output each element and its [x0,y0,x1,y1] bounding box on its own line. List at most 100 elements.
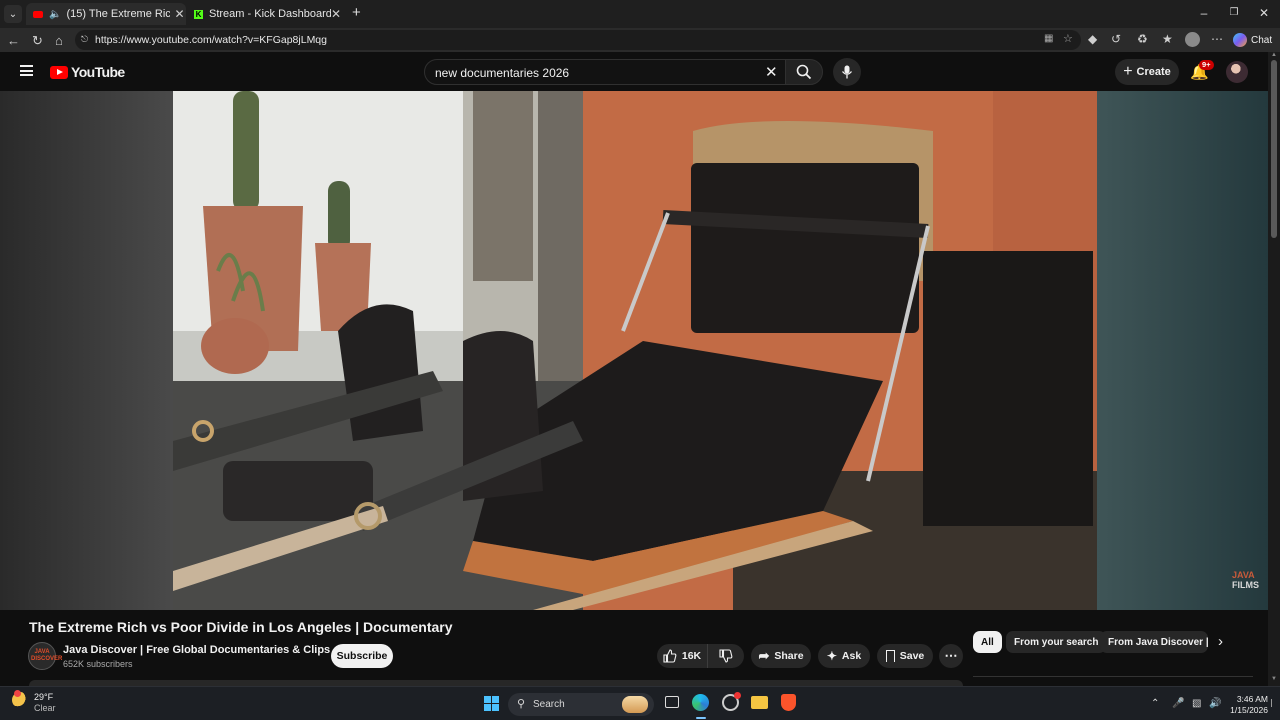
puzzle-extensions-icon[interactable]: ♻ [1137,32,1148,46]
search-button[interactable] [785,59,823,85]
share-button[interactable]: ➦ Share [751,644,811,668]
tab-kick-dashboard[interactable]: K Stream - Kick Dashboard ✕ [188,3,346,25]
browser-tab-strip: ⌄ 🔈 (15) The Extreme Rich vs Poor ✕ K St… [0,0,1280,28]
more-actions-button[interactable]: ⋯ [939,644,963,668]
taskbar-search[interactable]: ⚲ Search [508,693,654,716]
restore-icon[interactable]: ❐ [1226,7,1242,18]
channel-name-link[interactable]: Java Discover | Free Global Documentarie… [63,644,343,656]
channel-avatar-text: JAVA DISCOVER [31,649,63,662]
close-window-icon[interactable]: ✕ [1256,6,1272,20]
share-label: Share [774,650,804,662]
search-highlight-icon [622,696,648,713]
kick-favicon-icon: K [194,9,203,19]
home-icon[interactable]: ⌂ [55,33,63,48]
show-hidden-icons[interactable]: ⌃ [1151,698,1159,709]
youtube-header: YouTube new documentaries 2026 ✕ + Creat… [0,52,1268,91]
youtube-wordmark: YouTube [71,64,125,80]
chevron-down-icon: ⌄ [8,8,18,20]
chips-next-arrow[interactable]: › [1218,633,1223,650]
chip-all[interactable]: All [973,631,1002,653]
scroll-down-arrow[interactable]: ▼ [1271,676,1277,682]
new-tab-button[interactable]: + [352,4,361,21]
scrollbar-thumb[interactable] [1271,60,1277,238]
like-button[interactable]: 16K [657,644,707,668]
create-label: Create [1136,66,1171,78]
notifications-button[interactable]: 🔔 9+ [1190,60,1214,81]
weather-temp: 29°F [34,692,54,702]
brave-browser-icon[interactable] [781,694,796,711]
search-input[interactable]: new documentaries 2026 ✕ [424,59,786,85]
app-available-icon[interactable]: ▦ [1044,33,1053,44]
extension-icon[interactable]: ◆ [1088,32,1097,46]
media-app-icon[interactable] [722,692,741,711]
tab-list-dropdown-button[interactable]: ⌄ [4,5,22,23]
create-button[interactable]: + Create [1115,59,1179,85]
save-label: Save [899,650,925,662]
weather-widget[interactable]: 29°F Clear [12,690,56,714]
address-bar[interactable]: ⎋ https://www.youtube.com/watch?v=KFGap8… [75,30,1081,50]
close-tab-icon[interactable]: ✕ [174,7,184,21]
tab-youtube[interactable]: 🔈 (15) The Extreme Rich vs Poor ✕ [26,3,186,25]
copilot-label: Chat [1251,34,1273,46]
weather-moon-icon [12,690,28,708]
tab-title: Stream - Kick Dashboard [209,8,331,20]
more-horizontal-icon: ⋯ [944,648,958,663]
video-player[interactable]: JAVA FILMS [0,91,1268,610]
speaker-icon[interactable]: 🔈 [49,9,61,20]
channel-avatar[interactable]: JAVA DISCOVER [28,642,63,670]
reload-icon[interactable]: ↻ [32,33,43,49]
video-frame[interactable] [173,91,1097,610]
clock[interactable]: 3:46 AM 1/15/2026 [1226,694,1268,716]
copilot-icon [1233,33,1247,47]
account-avatar[interactable] [1226,61,1248,83]
tab-title: (15) The Extreme Rich vs Poor [66,8,171,20]
page-scrollbar[interactable]: ▲ ▼ [1268,52,1280,686]
refresh-extension-icon[interactable]: ↺ [1111,32,1121,46]
profile-avatar[interactable] [1185,32,1200,47]
dislike-button[interactable] [707,644,744,668]
like-count: 16K [681,650,702,662]
url-text: https://www.youtube.com/watch?v=KFGap8jL… [95,34,327,46]
youtube-logo[interactable]: YouTube [50,64,125,80]
scroll-up-arrow[interactable]: ▲ [1271,52,1277,58]
start-button[interactable] [484,696,499,711]
back-arrow-icon[interactable]: ← [7,33,20,48]
minimize-icon[interactable]: – [1196,6,1212,20]
video-title: The Extreme Rich vs Poor Divide in Los A… [29,619,453,635]
favorite-star-icon[interactable]: ☆ [1063,32,1073,45]
file-explorer-icon[interactable] [751,696,768,709]
volume-icon[interactable]: 🔊 [1209,698,1221,709]
ask-label: Ask [841,650,862,662]
share-arrow-icon: ➦ [758,648,770,663]
network-icon[interactable]: ▧ [1192,698,1201,709]
more-menu-icon[interactable]: ⋯ [1211,32,1223,46]
close-tab-icon[interactable]: ✕ [331,7,341,21]
copilot-chat-button[interactable]: Chat [1233,31,1272,49]
watermark-line2: FILMS [1232,580,1259,590]
subscribe-button[interactable]: Subscribe [331,644,393,668]
channel-name: Java Discover | Free Global Documentarie… [63,644,331,656]
ask-button[interactable]: ✦ Ask [818,644,870,668]
save-button[interactable]: Save [877,644,933,668]
clock-time: 3:46 AM [1236,694,1268,704]
guide-menu-icon[interactable] [20,65,33,76]
thumbs-down-icon [719,649,733,663]
clock-date: 1/15/2026 [1230,705,1268,715]
microphone-tray-icon[interactable]: 🎤 [1172,698,1184,709]
notification-center-icon[interactable] [1271,699,1275,707]
search-query: new documentaries 2026 [435,66,570,80]
taskbar-search-label: Search [533,699,565,710]
windows-logo-icon [484,696,491,703]
edge-browser-icon[interactable] [692,694,709,711]
site-info-icon[interactable]: ⎋ [81,34,88,45]
voice-search-button[interactable] [833,58,861,86]
watermark-line1: JAVA [1232,570,1255,580]
task-view-icon[interactable] [665,696,679,708]
video-frame-image [173,91,1097,610]
favorites-icon[interactable]: ★ [1162,32,1173,46]
thumbs-up-icon [663,649,677,663]
chip-from-channel[interactable]: From Java Discover | Fr [1100,631,1208,653]
clear-search-icon[interactable]: ✕ [765,63,778,81]
windows-taskbar: 29°F Clear ⚲ Search ⌃ 🎤 ▧ 🔊 3:46 AM 1/15… [0,686,1280,720]
chip-from-your-search[interactable]: From your search [1006,631,1107,653]
